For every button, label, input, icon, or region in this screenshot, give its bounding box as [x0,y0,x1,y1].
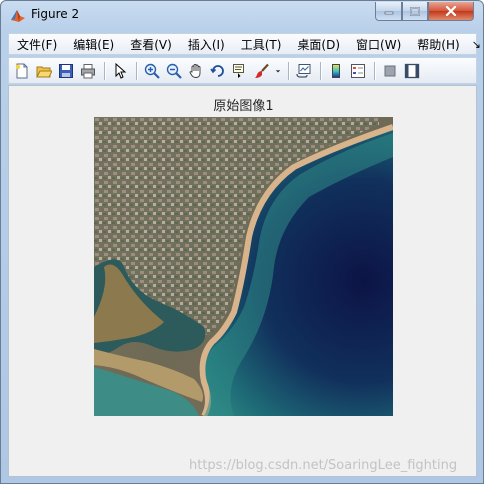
brush-icon [255,63,269,78]
pointer-button[interactable] [110,61,130,81]
zoom-in-button[interactable] [142,61,162,81]
menu-view[interactable]: 查看(V) [122,36,180,53]
aerial-coastline-image [94,117,393,416]
maximize-icon [410,6,420,16]
rotate-3d-icon [210,64,224,77]
save-icon [59,63,73,78]
close-button[interactable] [428,2,474,21]
close-icon [445,6,457,16]
minimize-button[interactable] [375,2,402,21]
toolbar-separator [288,61,290,80]
menu-insert[interactable]: 插入(I) [180,36,233,53]
chevron-down-icon [275,69,281,72]
menu-desktop[interactable]: 桌面(D) [289,36,348,53]
legend-button[interactable] [348,61,368,81]
figure-canvas: 原始图像1 https://blog.csdn.net/SoaringLee_f… [8,85,477,477]
data-cursor-button[interactable] [230,61,250,81]
zoom-out-icon [166,63,182,79]
aerial-image[interactable] [94,117,393,416]
print-button[interactable] [78,61,98,81]
brush-button[interactable] [252,61,272,81]
zoom-in-icon [144,63,160,79]
watermark-text: https://blog.csdn.net/SoaringLee_fightin… [189,458,458,473]
print-icon [81,63,95,78]
title-bar[interactable]: Figure 2 [1,1,483,29]
save-button[interactable] [56,61,76,81]
menu-tools[interactable]: 工具(T) [233,36,290,53]
new-figure-icon [15,63,28,78]
show-plot-tools-button[interactable] [402,61,422,81]
figure-window: Figure 2 文件(F) 编辑(E) 查看(V) 插入(I) 工具(T) 桌… [0,0,484,484]
open-file-icon [36,66,52,77]
data-cursor-icon [233,63,244,78]
menu-file[interactable]: 文件(F) [9,36,65,53]
link-plot-icon [296,63,311,78]
pan-hand-icon [189,63,201,78]
menu-help[interactable]: 帮助(H) [409,36,467,53]
colorbar-button[interactable] [326,61,346,81]
maximize-button[interactable] [402,2,428,21]
open-file-button[interactable] [34,61,54,81]
hide-plot-tools-icon [384,65,396,76]
menu-window[interactable]: 窗口(W) [348,36,409,53]
pan-button[interactable] [186,61,206,81]
link-plot-button[interactable] [294,61,314,81]
minimize-icon [384,11,393,15]
new-figure-button[interactable] [12,61,32,81]
toolbar-separator [136,61,138,80]
menu-overflow-icon[interactable]: ↘ [468,38,483,51]
toolbar-separator [320,61,322,80]
menu-edit[interactable]: 编辑(E) [65,36,122,53]
show-plot-tools-icon [404,63,420,78]
brush-dropdown[interactable] [274,61,282,81]
zoom-out-button[interactable] [164,61,184,81]
rotate-3d-button[interactable] [208,61,228,81]
menu-bar: 文件(F) 编辑(E) 查看(V) 插入(I) 工具(T) 桌面(D) 窗口(W… [8,33,481,55]
toolbar-separator [374,61,376,80]
pointer-icon [115,62,127,79]
figure-toolbar [8,57,477,84]
hide-plot-tools-button[interactable] [380,61,400,81]
legend-icon [351,63,365,78]
toolbar-separator [104,61,106,80]
window-title: Figure 2 [31,7,80,21]
matlab-icon [11,10,25,22]
colorbar-icon [332,63,340,78]
axes-title: 原始图像1 [213,99,274,114]
